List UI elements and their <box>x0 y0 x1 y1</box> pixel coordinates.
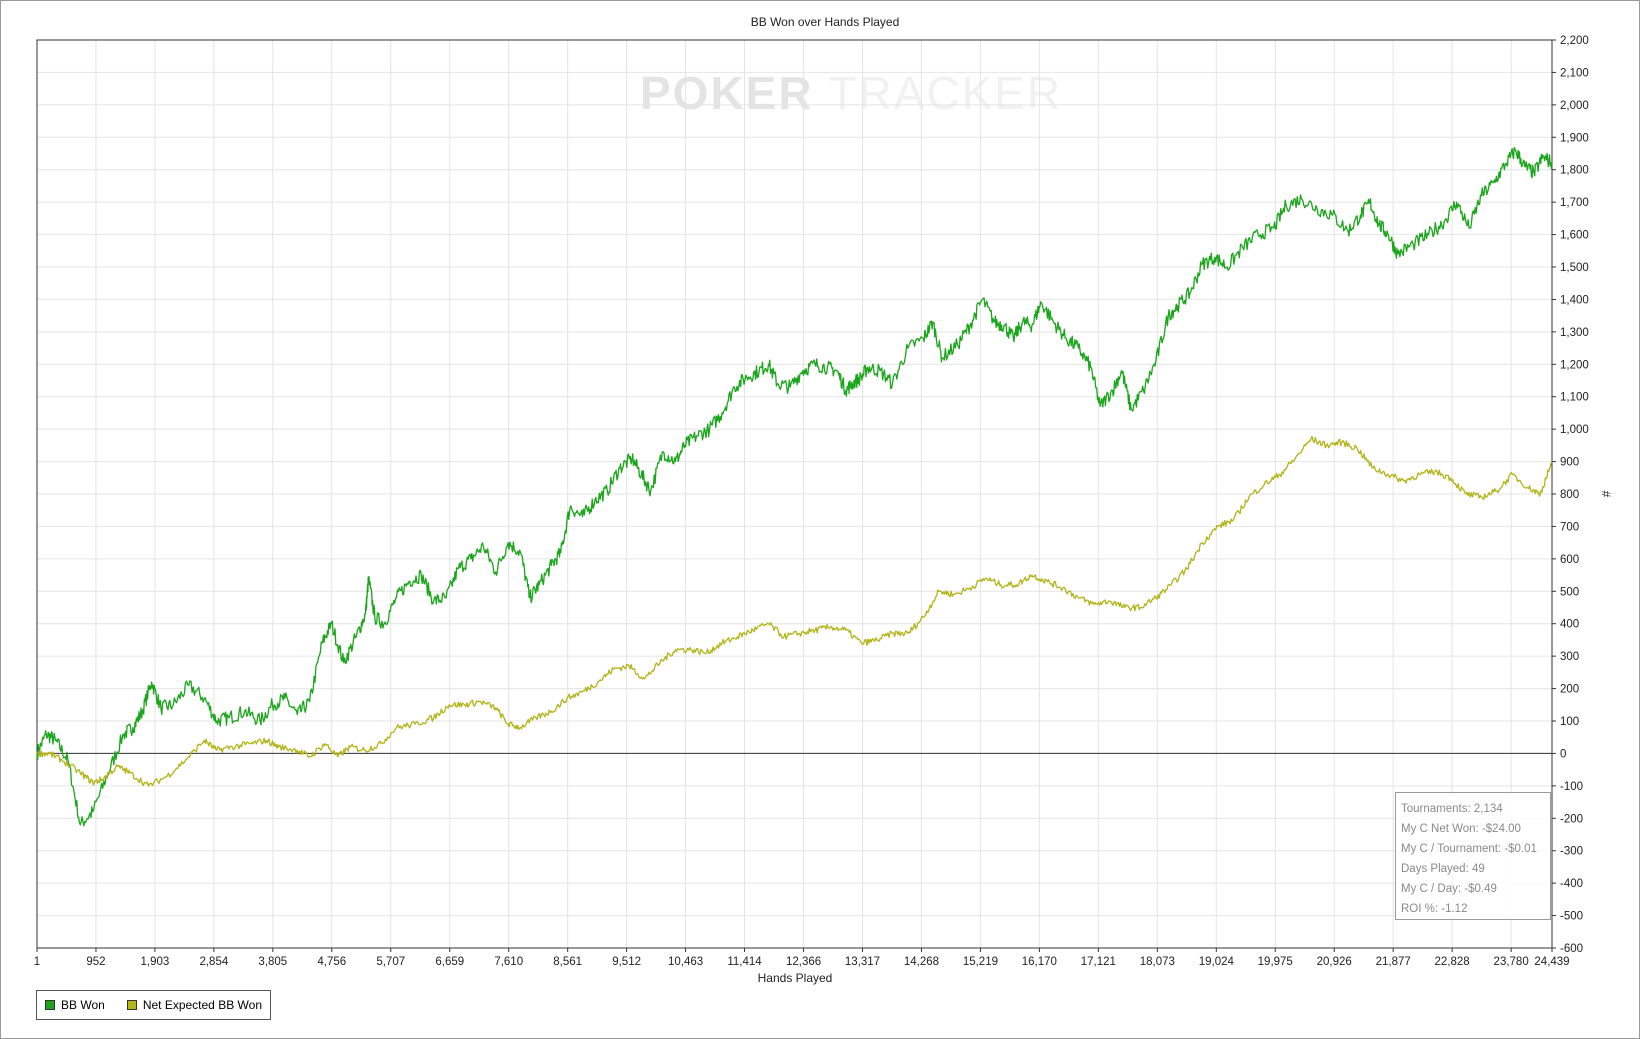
series-line-bb-won <box>36 146 1553 827</box>
x-tick-label: 10,463 <box>668 956 703 968</box>
stat-per-day: My C / Day: -$0.49 <box>1401 883 1497 895</box>
x-tick-label: 15,219 <box>963 956 998 968</box>
x-tick-label: 22,828 <box>1435 956 1470 968</box>
stat-days-played: Days Played: 49 <box>1401 863 1485 875</box>
y-tick-label: 900 <box>1560 457 1579 469</box>
y-tick-label: 1,000 <box>1560 424 1589 436</box>
x-tick-label: 24,439 <box>1534 956 1569 968</box>
y-tick-label: 700 <box>1560 521 1579 533</box>
x-tick-label: 8,561 <box>553 956 582 968</box>
y-tick-label: -400 <box>1560 878 1583 890</box>
stat-roi: ROI %: -1.12 <box>1401 903 1468 915</box>
y-tick-label: 600 <box>1560 554 1579 566</box>
y-tick-label: 1,100 <box>1560 392 1589 404</box>
x-tick-label: 9,512 <box>612 956 641 968</box>
x-tick-label: 19,975 <box>1258 956 1293 968</box>
stats-box: Tournaments: 2,134 My C Net Won: -$24.00… <box>1395 792 1551 920</box>
y-tick-label: 0 <box>1560 748 1566 760</box>
legend-label-bb-won: BB Won <box>61 998 105 1012</box>
x-tick-label: 17,121 <box>1081 956 1116 968</box>
series-layer <box>36 146 1553 827</box>
y-tick-label: -100 <box>1560 781 1583 793</box>
chart-title: BB Won over Hands Played <box>751 15 900 29</box>
x-tick-label: 1,903 <box>141 956 170 968</box>
x-tick-label: 952 <box>86 956 105 968</box>
y-tick-label: 1,700 <box>1560 197 1589 209</box>
y-tick-label: -500 <box>1560 911 1583 923</box>
x-tick-label: 23,780 <box>1494 956 1529 968</box>
y-axis: -600 -500 -400 -300 -200 -100 0 100 200 300 400 500… <box>1552 35 1589 955</box>
y-tick-label: 1,600 <box>1560 230 1589 242</box>
x-tick-label: 5,707 <box>376 956 405 968</box>
y-tick-label: -600 <box>1560 943 1583 955</box>
y-tick-label: 1,800 <box>1560 165 1589 177</box>
x-tick-label: 3,805 <box>258 956 287 968</box>
x-tick-label: 7,610 <box>494 956 523 968</box>
x-tick-label: 18,073 <box>1140 956 1175 968</box>
x-tick-label: 16,170 <box>1022 956 1057 968</box>
stat-tournaments: Tournaments: 2,134 <box>1401 803 1503 815</box>
y-tick-label: 1,300 <box>1560 327 1589 339</box>
y-tick-label: 1,900 <box>1560 132 1589 144</box>
y-tick-label: 1,500 <box>1560 262 1589 274</box>
x-tick-label: 11,414 <box>727 956 762 968</box>
x-tick-label: 21,877 <box>1376 956 1411 968</box>
x-tick-label: 4,756 <box>317 956 346 968</box>
y-tick-label: 300 <box>1560 651 1579 663</box>
y-tick-label: 800 <box>1560 489 1579 501</box>
stat-per-tournament: My C / Tournament: -$0.01 <box>1401 843 1537 855</box>
x-tick-label: 1 <box>34 956 40 968</box>
grid <box>37 39 1552 949</box>
legend-item-net-expected: Net Expected BB Won <box>126 998 262 1012</box>
legend-item-bb-won: BB Won <box>45 998 105 1012</box>
x-tick-label: 19,024 <box>1199 956 1235 968</box>
x-tick-label: 14,268 <box>904 956 939 968</box>
bb-won-chart: -600 -500 -400 -300 -200 -100 0 100 200 300 400 500… <box>34 15 1613 985</box>
y-axis-label: # <box>1599 491 1613 498</box>
y-tick-label: 2,000 <box>1560 100 1589 112</box>
y-tick-label: 100 <box>1560 716 1579 728</box>
legend-label-net-expected: Net Expected BB Won <box>142 998 262 1012</box>
x-tick-label: 12,366 <box>786 956 821 968</box>
y-tick-label: 1,400 <box>1560 294 1589 306</box>
y-tick-label: 1,200 <box>1560 359 1589 371</box>
x-tick-label: 20,926 <box>1317 956 1352 968</box>
x-axis-label: Hands Played <box>758 971 833 985</box>
y-tick-label: 2,100 <box>1560 67 1589 79</box>
y-tick-label: 400 <box>1560 619 1579 631</box>
stat-net-won: My C Net Won: -$24.00 <box>1401 823 1521 835</box>
y-tick-label: 500 <box>1560 586 1579 598</box>
y-tick-label: 2,200 <box>1560 35 1589 47</box>
x-tick-label: 13,317 <box>845 956 880 968</box>
y-tick-label: 200 <box>1560 684 1579 696</box>
legend-swatch-bb-won <box>45 1000 55 1010</box>
legend: BB Won Net Expected BB Won <box>36 990 271 1020</box>
x-tick-label: 2,854 <box>199 956 228 968</box>
x-tick-label: 6,659 <box>435 956 464 968</box>
y-tick-label: -300 <box>1560 846 1583 858</box>
series-line-net-expected-bb-won <box>36 435 1553 787</box>
y-tick-label: -200 <box>1560 813 1583 825</box>
legend-swatch-net-expected <box>126 1000 137 1010</box>
x-axis: 1 952 1,903 2,854 3,805 4,756 5,707 6,659 7,610 8… <box>34 948 1570 968</box>
